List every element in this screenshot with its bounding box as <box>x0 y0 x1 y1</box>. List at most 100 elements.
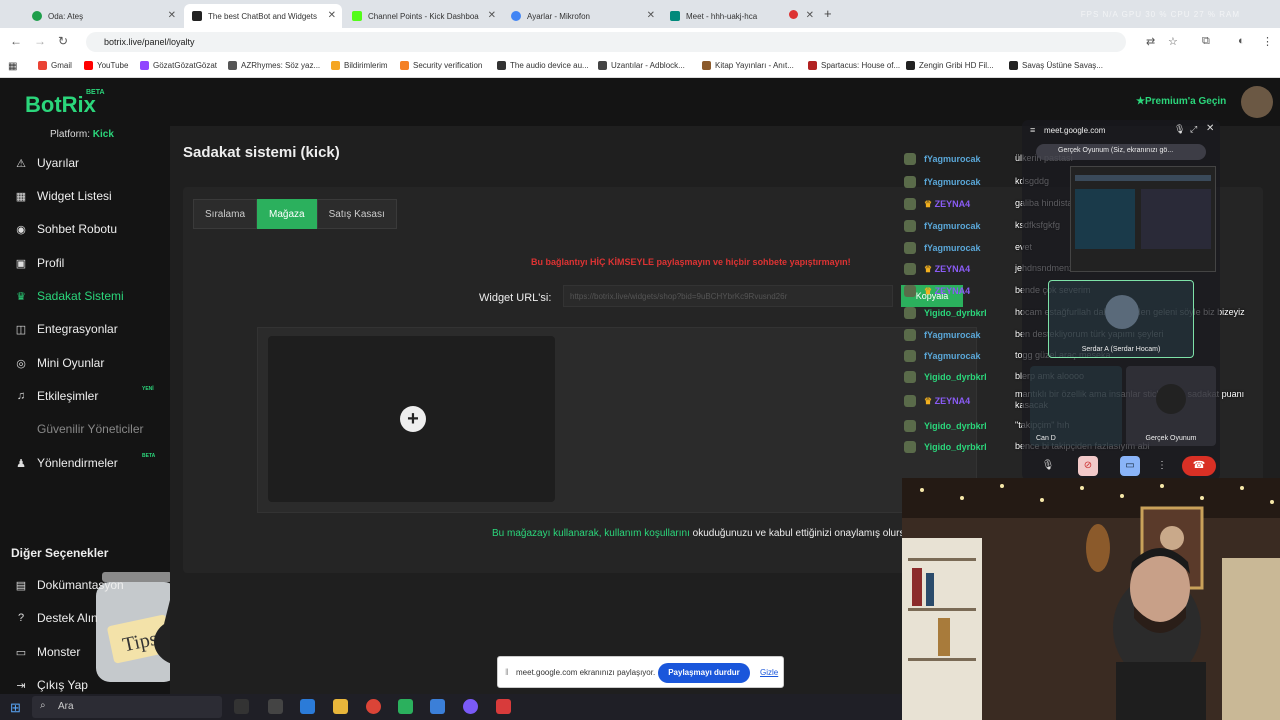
chat-user: ♛ ZEYNA4 <box>904 261 1026 277</box>
chat-username: fYagmurocak <box>924 221 981 231</box>
mic-icon[interactable]: 🎙 <box>1038 456 1058 476</box>
browser-tab[interactable]: Oda: Ateş ✕ <box>24 4 182 28</box>
hide-button[interactable]: Gizle <box>760 668 778 677</box>
participant-tile[interactable]: Can D <box>1030 366 1122 446</box>
bookmark-item[interactable]: Savaş Üstüne Savaş... <box>1009 61 1103 70</box>
chat-username: fYagmurocak <box>924 243 981 253</box>
close-tab-icon[interactable]: ✕ <box>328 10 336 21</box>
forward-icon[interactable]: → <box>34 34 46 48</box>
avatar[interactable] <box>1241 86 1273 118</box>
chat-user: fYagmurocak <box>904 218 1026 234</box>
mic-icon[interactable]: 🎙 <box>1174 124 1185 135</box>
sidebar-item-icon: ⚠ <box>16 157 26 170</box>
browser-tab[interactable]: Channel Points - Kick Dashboa ✕ <box>344 4 502 28</box>
plus-icon[interactable]: + <box>400 406 426 432</box>
bookmark-item[interactable]: Spartacus: House of... <box>808 61 900 70</box>
sidebar-item[interactable]: ◉ Sohbet Robotu <box>14 217 164 241</box>
close-tab-icon[interactable]: ✕ <box>647 10 655 21</box>
close-tab-icon[interactable]: ✕ <box>488 10 496 21</box>
camera-off-icon[interactable]: ⊘ <box>1078 456 1098 476</box>
end-call-icon[interactable]: ☎ <box>1182 456 1216 476</box>
more-options-icon[interactable]: ⋮ <box>1152 456 1172 476</box>
sidebar-item[interactable]: ◎ Mini Oyunlar <box>14 351 164 375</box>
other-option-item[interactable]: ▤ Dokümantasyon <box>14 573 164 597</box>
expand-icon[interactable]: ⤢ <box>1190 124 1197 135</box>
bookmark-icon <box>84 61 93 70</box>
search-placeholder: Ara <box>58 701 74 712</box>
terms-link[interactable]: Bu mağazayı kullanarak, kullanım koşulla… <box>492 528 690 539</box>
bookmark-item[interactable]: GözatGözatGözat <box>140 61 217 70</box>
kick-icon <box>352 11 362 21</box>
bookmark-item[interactable]: Uzantılar - Adblock... <box>598 61 685 70</box>
store-icon[interactable] <box>300 699 315 714</box>
bookmark-item[interactable]: Gmail <box>38 61 72 70</box>
app-icon[interactable] <box>496 699 511 714</box>
close-icon[interactable]: ✕ <box>1206 123 1214 134</box>
sidebar-item[interactable]: ◫ Entegrasyonlar <box>14 317 164 341</box>
apps-icon[interactable]: ▦ <box>8 61 17 72</box>
profile-icon[interactable]: ◐ <box>1238 35 1245 47</box>
sidebar-item[interactable]: Güvenilir Yöneticiler <box>14 417 164 441</box>
other-option-item[interactable]: ? Destek Alın <box>14 606 164 630</box>
browser-tab[interactable]: Ayarlar - Mikrofon ✕ <box>503 4 661 28</box>
stop-sharing-button[interactable]: Paylaşmayı durdur <box>658 663 750 683</box>
premium-label: Premium'a Geçin <box>1144 96 1227 107</box>
sidebar-item[interactable]: ♟ Yönlendirmeler BETA <box>14 451 164 475</box>
sidebar-item[interactable]: ▦ Widget Listesi <box>14 184 164 208</box>
close-tab-icon[interactable]: ✕ <box>806 10 814 21</box>
crown-icon: ♛ <box>924 285 933 296</box>
obs-icon[interactable] <box>463 699 478 714</box>
reload-icon[interactable]: ↻ <box>58 34 68 48</box>
bookmark-item[interactable]: Security verification <box>400 61 482 70</box>
tab-shop[interactable]: Mağaza <box>257 199 317 229</box>
app-icon[interactable] <box>398 699 413 714</box>
app-icon[interactable] <box>430 699 445 714</box>
chat-user: fYagmurocak <box>904 151 1026 167</box>
bookmark-item[interactable]: AZRhymes: Söz yaz... <box>228 61 320 70</box>
bookmark-item[interactable]: Bildirimlerim <box>331 61 388 70</box>
bookmark-item[interactable]: YouTube <box>84 61 128 70</box>
sidebar-item[interactable]: ▣ Profil <box>14 251 164 275</box>
bookmark-star-icon[interactable]: ☆ <box>1168 35 1178 48</box>
bookmark-item[interactable]: The audio device au... <box>497 61 589 70</box>
tab-sales[interactable]: Satış Kasası <box>316 199 397 229</box>
taskbar-search[interactable]: ⌕ Ara <box>32 696 222 718</box>
close-tab-icon[interactable]: ✕ <box>168 10 176 21</box>
windows-start-icon[interactable]: ⊞ <box>10 700 21 716</box>
new-tab-button[interactable]: + <box>824 6 832 21</box>
present-screen-icon[interactable]: ▭ <box>1120 456 1140 476</box>
live-app-icon[interactable] <box>268 699 283 714</box>
participant-tile[interactable]: Serdar A (Serdar Hocam) <box>1048 280 1194 358</box>
sidebar-item-label: Güvenilir Yöneticiler <box>37 422 144 436</box>
tab-ranking[interactable]: Sıralama <box>193 199 258 229</box>
bookmark-icon <box>906 61 915 70</box>
translate-icon[interactable]: ⇄ <box>1146 35 1155 48</box>
meet-menu-icon[interactable]: ≡ <box>1030 125 1035 135</box>
menu-icon[interactable]: ⋮ <box>1262 35 1273 48</box>
search-icon: ⌕ <box>40 700 46 711</box>
file-explorer-icon[interactable] <box>333 699 348 714</box>
drag-handle-icon[interactable]: ‖ <box>505 667 509 677</box>
chrome-icon[interactable] <box>366 699 381 714</box>
task-view-icon[interactable] <box>234 699 249 714</box>
back-icon[interactable]: ← <box>10 34 22 48</box>
browser-tab[interactable]: Meet - hhh-uakj-hca ✕ <box>662 4 820 28</box>
sidebar-item[interactable]: ⚠ Uyarılar <box>14 151 164 175</box>
sidebar-item[interactable]: ♛ Sadakat Sistemi <box>14 284 164 308</box>
bookmark-item[interactable]: Zengin Gribi HD Fil... <box>906 61 994 70</box>
beta-label: BETA <box>86 89 105 96</box>
url-field[interactable]: botrix.live/panel/loyalty <box>86 32 1126 52</box>
new-badge: BETA <box>142 453 156 459</box>
chat-user: Yigido_dyrbkrl <box>904 369 1026 385</box>
add-item-card[interactable]: + <box>268 336 555 502</box>
participant-tile[interactable]: Gerçek Oyunum <box>1126 366 1216 446</box>
other-option-item[interactable]: ▭ Monster <box>14 640 164 664</box>
browser-tab-active[interactable]: The best ChatBot and Widgets ✕ <box>184 4 342 28</box>
widget-url-input[interactable]: https://botrix.live/widgets/shop?bid=9uB… <box>563 285 893 307</box>
chat-avatar-icon <box>904 220 916 232</box>
sidebar-item[interactable]: ♫ Etkileşimler YENİ <box>14 384 164 408</box>
chat-username: Yigido_dyrbkrl <box>924 421 987 431</box>
bookmark-item[interactable]: Kitap Yayınları - Anıt... <box>702 61 794 70</box>
premium-button[interactable]: ★Premium'a Geçin <box>1136 96 1226 107</box>
extensions-icon[interactable]: ⧉ <box>1202 35 1210 48</box>
